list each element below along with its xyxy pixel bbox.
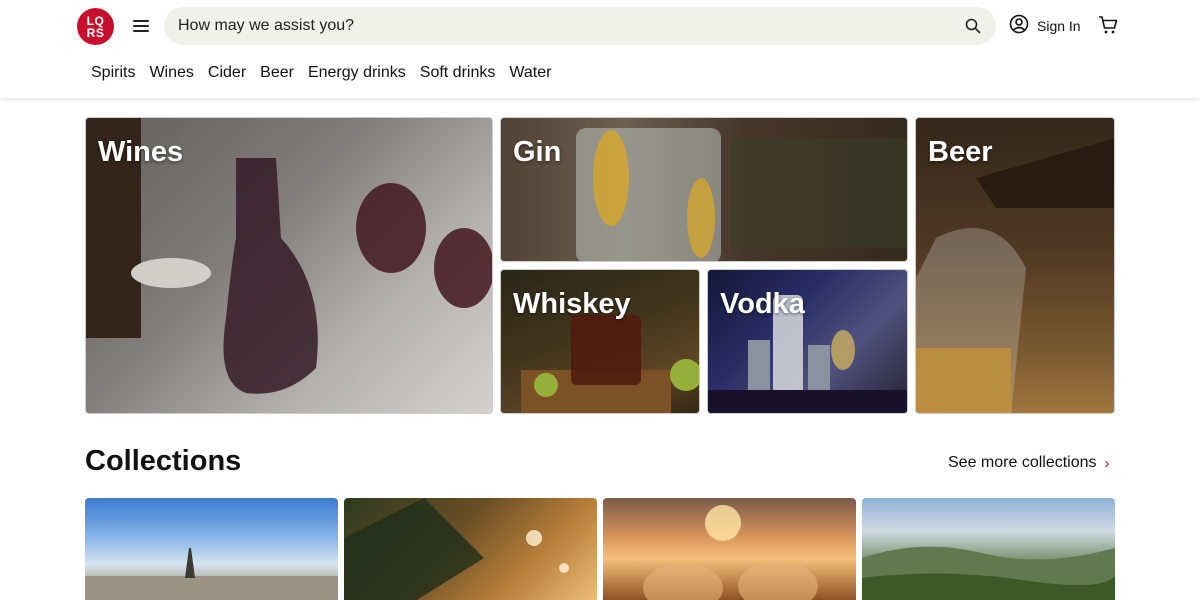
- category-tile-wines[interactable]: Wines: [85, 117, 493, 414]
- category-label-wines: Wines: [98, 136, 184, 168]
- toast-image: [643, 505, 818, 600]
- nav-item-water[interactable]: Water: [509, 64, 551, 82]
- collection-card-toast[interactable]: [603, 498, 856, 600]
- category-nav: Spirits Wines Cider Beer Energy drinks S…: [91, 64, 551, 82]
- search-bar: [164, 7, 996, 45]
- nav-item-cider[interactable]: Cider: [208, 64, 246, 82]
- search-icon[interactable]: [954, 7, 992, 45]
- nav-item-wines[interactable]: Wines: [149, 64, 193, 82]
- nav-item-spirits[interactable]: Spirits: [91, 64, 135, 82]
- category-label-whiskey: Whiskey: [513, 288, 631, 320]
- site-header: LQ RS Sign In Spirits Wines Cider Beer E…: [0, 0, 1200, 98]
- paris-image: [85, 548, 338, 600]
- collection-card-paris[interactable]: [85, 498, 338, 600]
- category-label-beer: Beer: [928, 136, 993, 168]
- menu-icon[interactable]: [131, 16, 151, 36]
- brand-logo[interactable]: LQ RS: [77, 8, 114, 45]
- nav-item-beer[interactable]: Beer: [260, 64, 294, 82]
- category-tile-vodka[interactable]: Vodka: [707, 269, 908, 414]
- see-more-label: See more collections: [948, 454, 1097, 471]
- collection-card-holiday[interactable]: [344, 498, 597, 600]
- sign-in-label: Sign In: [1037, 18, 1081, 34]
- holiday-image: [344, 498, 569, 600]
- category-label-gin: Gin: [513, 136, 562, 168]
- category-tile-gin[interactable]: Gin: [500, 117, 908, 262]
- sign-in-button[interactable]: Sign In: [1009, 14, 1081, 38]
- nav-item-energy-drinks[interactable]: Energy drinks: [308, 64, 406, 82]
- collections-title: Collections: [85, 445, 242, 477]
- nav-item-soft-drinks[interactable]: Soft drinks: [420, 64, 496, 82]
- category-label-vodka: Vodka: [720, 288, 805, 320]
- chevron-right-icon: ›: [1104, 454, 1110, 472]
- search-input[interactable]: [164, 7, 954, 45]
- cart-icon[interactable]: [1097, 14, 1121, 38]
- see-more-collections-link[interactable]: See more collections ›: [948, 454, 1110, 472]
- landscape-image: [862, 546, 1115, 600]
- category-tile-beer[interactable]: Beer: [915, 117, 1115, 414]
- user-icon: [1009, 14, 1029, 39]
- collection-card-landscape[interactable]: [862, 498, 1115, 600]
- category-tile-whiskey[interactable]: Whiskey: [500, 269, 700, 414]
